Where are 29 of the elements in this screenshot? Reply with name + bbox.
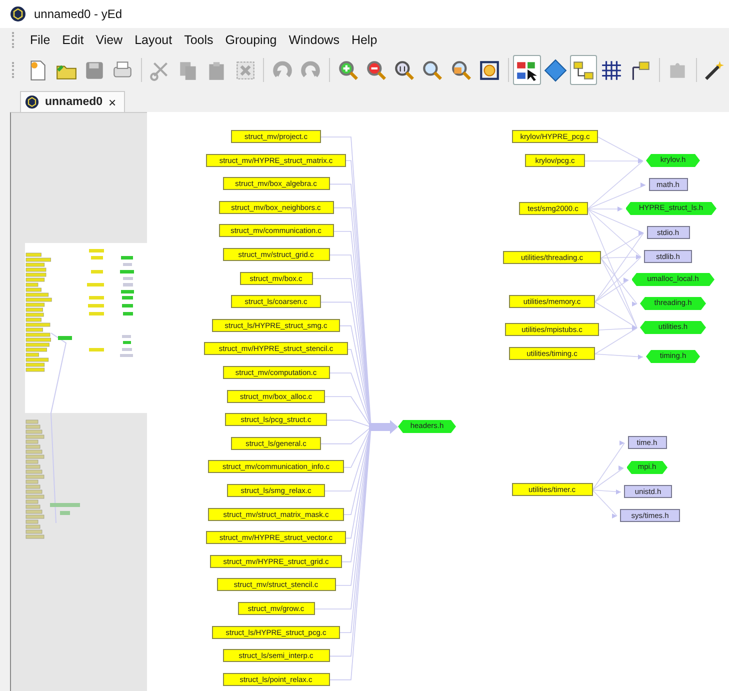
tab-label: unnamed0	[45, 96, 103, 108]
selection-mode-button[interactable]	[512, 55, 541, 85]
close-tab-button[interactable]: ×	[108, 94, 116, 110]
menu-item[interactable]: Help	[345, 31, 384, 49]
fit-content-icon	[478, 58, 502, 82]
menu-item[interactable]: View	[90, 31, 129, 49]
app-logo-icon	[10, 6, 26, 22]
menu-item[interactable]: Grouping	[219, 31, 283, 49]
document-tab[interactable]: unnamed0 ×	[20, 91, 126, 112]
zoom-out-icon	[364, 58, 388, 82]
menu-item[interactable]: Windows	[282, 31, 346, 49]
menu-item[interactable]: Tools	[178, 31, 220, 49]
menu-item[interactable]: File	[24, 31, 56, 49]
zoom-in-icon	[336, 58, 360, 82]
zoom-actual-size-icon	[393, 58, 416, 82]
magic-wand-icon	[703, 58, 726, 82]
grid-icon	[600, 58, 624, 82]
edge-arrow	[369, 420, 398, 434]
hierarchy-button[interactable]	[570, 55, 598, 85]
menu-item[interactable]: Layout	[128, 31, 178, 49]
menu-item[interactable]: Edit	[56, 31, 90, 49]
window-title: unnamed0 - yEd	[34, 7, 122, 21]
app-logo-icon	[25, 95, 39, 109]
diamond-icon	[544, 58, 567, 82]
delete-icon	[234, 58, 257, 82]
magnifier-icon	[421, 58, 444, 82]
zoom-area-icon	[450, 58, 473, 82]
hierarchy-icon	[572, 58, 596, 82]
graph-canvas[interactable]	[147, 112, 729, 691]
